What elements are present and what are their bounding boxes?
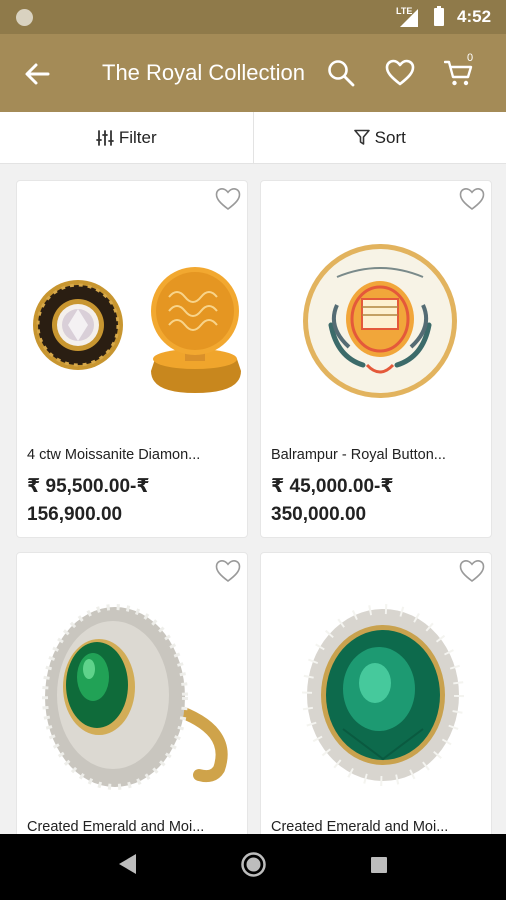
product-grid: 4 ctw Moissanite Diamon... ₹ 95,500.00-₹… [0,164,506,834]
battery-icon [434,6,444,26]
product-price: ₹ 45,000.00-₹ 350,000.00 [271,476,394,525]
nav-home-icon[interactable] [240,851,267,878]
product-card[interactable]: 4 ctw Moissanite Diamon... ₹ 95,500.00-₹… [16,180,248,538]
product-card[interactable]: Created Emerald and Moi... [260,552,492,834]
product-image [33,267,241,393]
product-name: Created Emerald and Moi... [27,819,205,834]
product-card[interactable]: Created Emerald and Moi... [16,552,248,834]
product-image [303,244,457,398]
cart-badge: 0 [467,52,474,64]
product-name: Created Emerald and Moi... [271,819,449,834]
search-icon[interactable] [326,58,356,88]
sort-button[interactable]: Sort [252,112,506,163]
product-name: Balrampur - Royal Button... [271,447,446,463]
filter-button[interactable]: Filter [0,112,253,163]
product-card[interactable]: Balrampur - Royal Button... ₹ 45,000.00-… [260,180,492,538]
status-bar: LTE 4:52 [0,0,506,34]
signal-icon [400,9,418,27]
notification-dot-icon [16,9,33,26]
product-image [302,604,464,786]
sort-label: Sort [374,127,406,147]
nav-back-icon[interactable] [116,852,138,876]
app-header: The Royal Collection 0 [0,34,506,112]
nav-recents-icon[interactable] [370,856,388,874]
product-image [42,604,228,790]
filter-sliders-icon [95,129,114,146]
filter-label: Filter [118,127,157,147]
filter-sort-bar: Filter Sort [0,112,506,164]
back-arrow-icon[interactable] [22,59,52,89]
product-name: 4 ctw Moissanite Diamon... [27,447,201,463]
wishlist-heart-icon[interactable] [385,58,415,88]
status-time: 4:52 [457,7,492,26]
product-price: ₹ 95,500.00-₹ 156,900.00 [27,476,150,525]
page-title: The Royal Collection [102,60,305,85]
system-navigation-bar [0,834,506,900]
funnel-icon [353,129,370,145]
